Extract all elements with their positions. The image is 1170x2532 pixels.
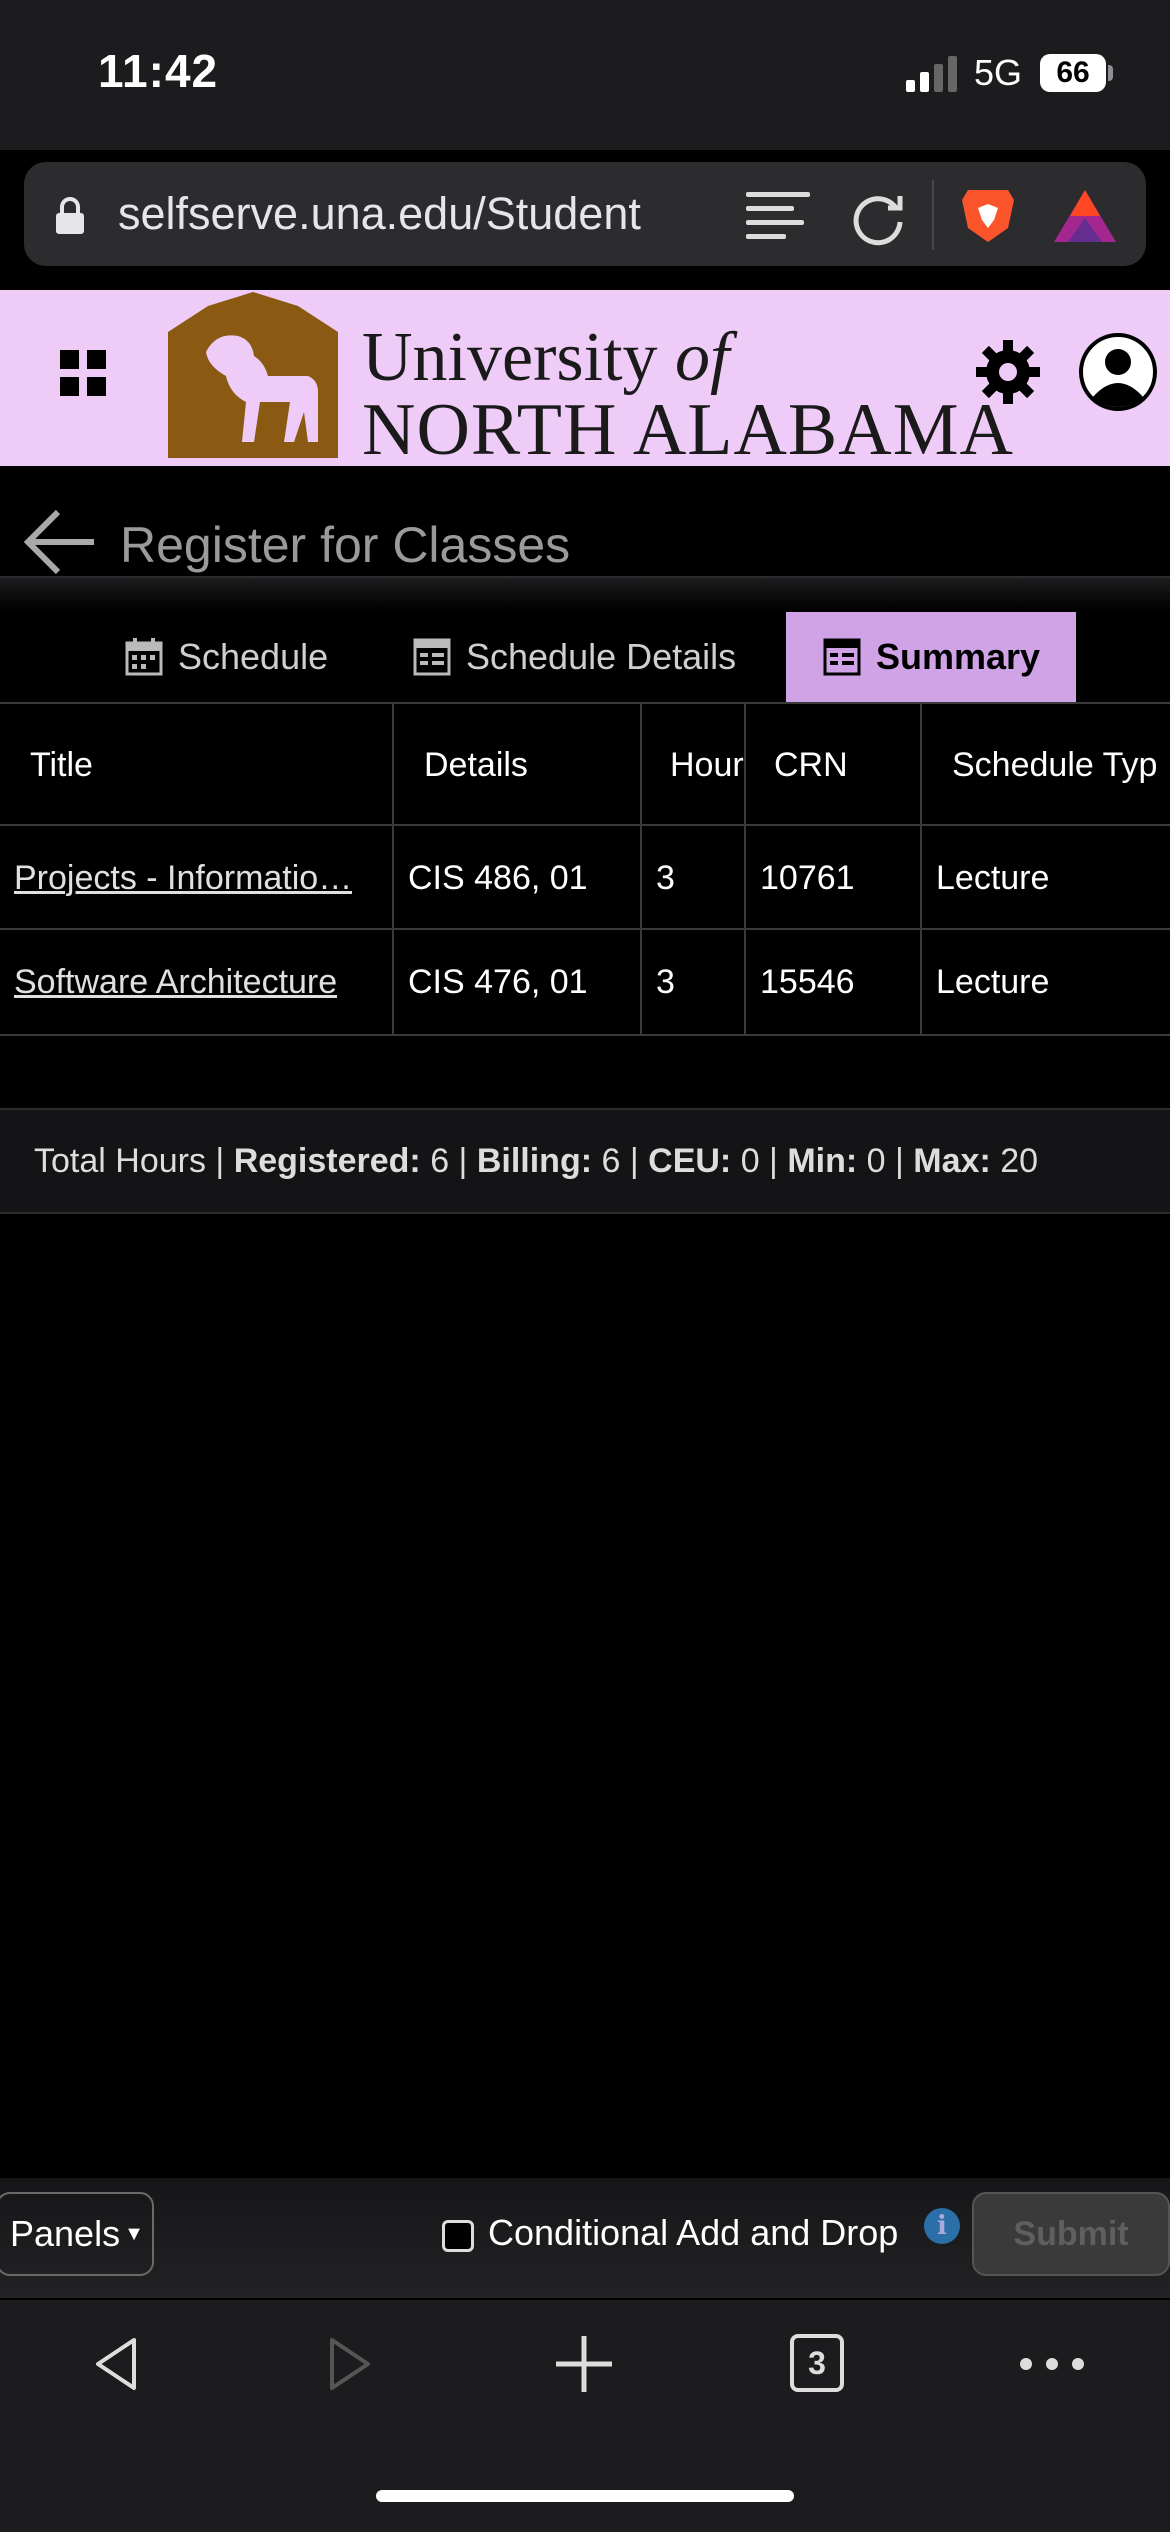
cell-details: CIS 476, 01 <box>394 930 642 1034</box>
signal-icon <box>906 56 958 92</box>
table-row: Projects - Informatio… CIS 486, 01 3 107… <box>0 824 1170 930</box>
caret-down-icon: ▼ <box>124 2222 144 2245</box>
header-hours[interactable]: Hour <box>642 704 746 826</box>
url-divider <box>932 180 934 250</box>
network-type: 5G <box>974 52 1023 93</box>
title-divider <box>0 576 1170 612</box>
min-label: Min: <box>787 1141 858 1180</box>
summary-icon <box>823 638 861 676</box>
home-indicator[interactable] <box>376 2490 794 2502</box>
more-menu-icon[interactable] <box>1014 2330 1090 2398</box>
tab-schedule-details-label: Schedule Details <box>466 636 737 677</box>
reader-mode-icon[interactable] <box>744 188 812 242</box>
profile-avatar-icon[interactable] <box>1078 332 1158 412</box>
table-row: Software Architecture CIS 476, 01 3 1554… <box>0 928 1170 1036</box>
ceu-label: CEU: <box>648 1141 732 1180</box>
header-crn[interactable]: CRN <box>746 704 922 826</box>
conditional-add-drop-checkbox[interactable] <box>442 2220 474 2252</box>
tabs-icon[interactable]: 3 <box>780 2330 856 2398</box>
lock-icon <box>56 197 84 234</box>
new-tab-plus-icon[interactable] <box>546 2330 622 2398</box>
cell-crn: 15546 <box>746 930 922 1034</box>
course-title-link[interactable]: Projects - Informatio… <box>14 859 352 898</box>
cell-title: Projects - Informatio… <box>0 826 394 930</box>
cell-schedule-type: Lecture <box>936 858 1050 897</box>
tab-schedule[interactable]: Schedule <box>124 612 328 702</box>
tab-schedule-details[interactable]: Schedule Details <box>412 612 736 702</box>
back-icon[interactable] <box>78 2330 154 2398</box>
rewards-triangle-icon[interactable] <box>1052 188 1118 244</box>
billing-label: Billing: <box>476 1141 593 1180</box>
cell-hours: 3 <box>642 930 746 1034</box>
battery-tip <box>1108 65 1113 81</box>
conditional-add-drop-label[interactable]: Conditional Add and Drop <box>488 2212 898 2254</box>
cell-hours: 3 <box>642 826 746 930</box>
ceu-value: 0 | <box>731 1141 788 1180</box>
back-arrow-icon[interactable] <box>22 506 98 578</box>
submit-button[interactable]: Submit <box>972 2192 1170 2276</box>
billing-value: 6 | <box>592 1141 649 1180</box>
page-title: Register for Classes <box>120 517 571 573</box>
status-time: 11:42 <box>98 45 219 97</box>
total-hours-summary: Total Hours | Registered: 6 | Billing: 6… <box>0 1108 1170 1214</box>
gear-icon[interactable] <box>972 336 1044 408</box>
reload-icon[interactable] <box>848 188 908 248</box>
header-title[interactable]: Title <box>0 704 394 826</box>
panels-button[interactable]: Panels ▼ <box>0 2192 154 2276</box>
list-icon <box>413 638 451 676</box>
registered-label: Registered: <box>233 1141 421 1180</box>
registered-value: 6 | <box>420 1141 477 1180</box>
max-value: 20 <box>990 1141 1039 1180</box>
totals-label: Total Hours | <box>34 1141 234 1180</box>
header-schedule-type[interactable]: Schedule Typ <box>922 704 1170 826</box>
university-name-line2: NORTH ALABAMA <box>362 389 1014 471</box>
info-icon[interactable]: i <box>924 2208 960 2244</box>
tab-summary[interactable]: Summary <box>786 612 1076 702</box>
cell-crn: 10761 <box>746 826 922 930</box>
tab-count: 3 <box>790 2334 844 2392</box>
max-label: Max: <box>913 1141 991 1180</box>
header-details[interactable]: Details <box>394 704 642 826</box>
brave-shield-icon[interactable] <box>958 184 1018 246</box>
tab-summary-label: Summary <box>875 636 1041 677</box>
cell-schedule-type: Lecture <box>936 962 1050 1001</box>
tab-schedule-label: Schedule <box>178 636 329 677</box>
min-value: 0 | <box>857 1141 914 1180</box>
lion-logo <box>168 292 338 458</box>
apps-grid-icon[interactable] <box>60 350 106 396</box>
panels-label: Panels <box>10 2213 121 2254</box>
cell-title: Software Architecture <box>0 930 394 1034</box>
cell-details: CIS 486, 01 <box>394 826 642 930</box>
table-header-row: Title Details Hour CRN Schedule Typ <box>0 702 1170 826</box>
university-name-line1: University of <box>362 319 730 396</box>
forward-icon[interactable] <box>312 2330 388 2398</box>
battery-icon: 66 <box>1040 54 1106 92</box>
calendar-icon <box>125 638 163 676</box>
course-title-link[interactable]: Software Architecture <box>14 963 337 1002</box>
url-text[interactable]: selfserve.una.edu/Student <box>118 188 641 240</box>
